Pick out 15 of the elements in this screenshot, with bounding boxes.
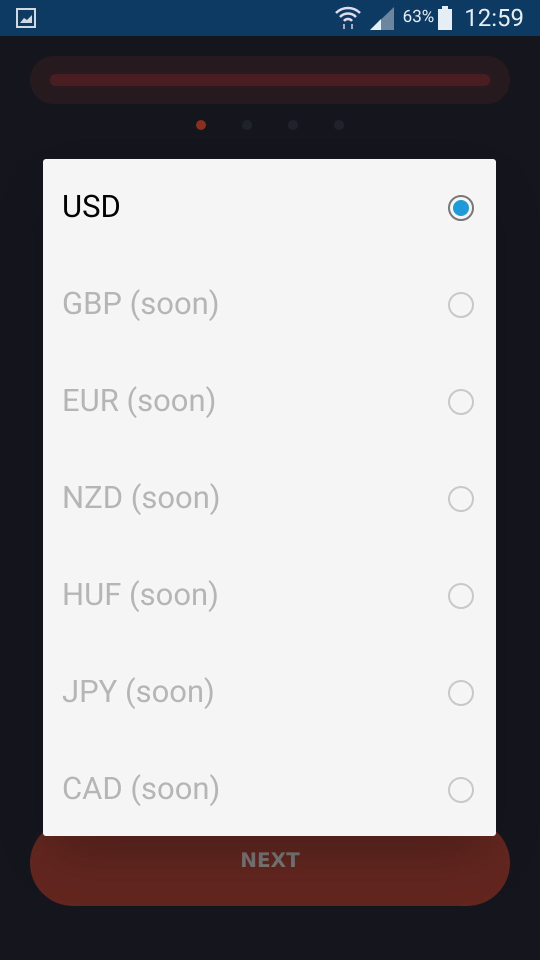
currency-option[interactable]: USD <box>43 159 496 256</box>
wifi-icon <box>334 6 361 30</box>
clock: 12:59 <box>464 3 524 34</box>
currency-label: NZD (soon) <box>62 478 222 518</box>
currency-label: CAD (soon) <box>62 769 222 810</box>
currency-label: HUF (soon) <box>62 575 220 616</box>
currency-label: GBP (soon) <box>62 284 221 324</box>
image-icon <box>16 8 36 28</box>
currency-label: JPY (soon) <box>62 672 216 712</box>
currency-label: EUR (soon) <box>62 381 218 422</box>
currency-label: USD <box>62 187 122 228</box>
radio-button[interactable] <box>448 194 474 220</box>
battery-icon <box>438 6 452 30</box>
signal-icon <box>368 6 395 30</box>
battery-percent: 63% <box>402 6 434 30</box>
